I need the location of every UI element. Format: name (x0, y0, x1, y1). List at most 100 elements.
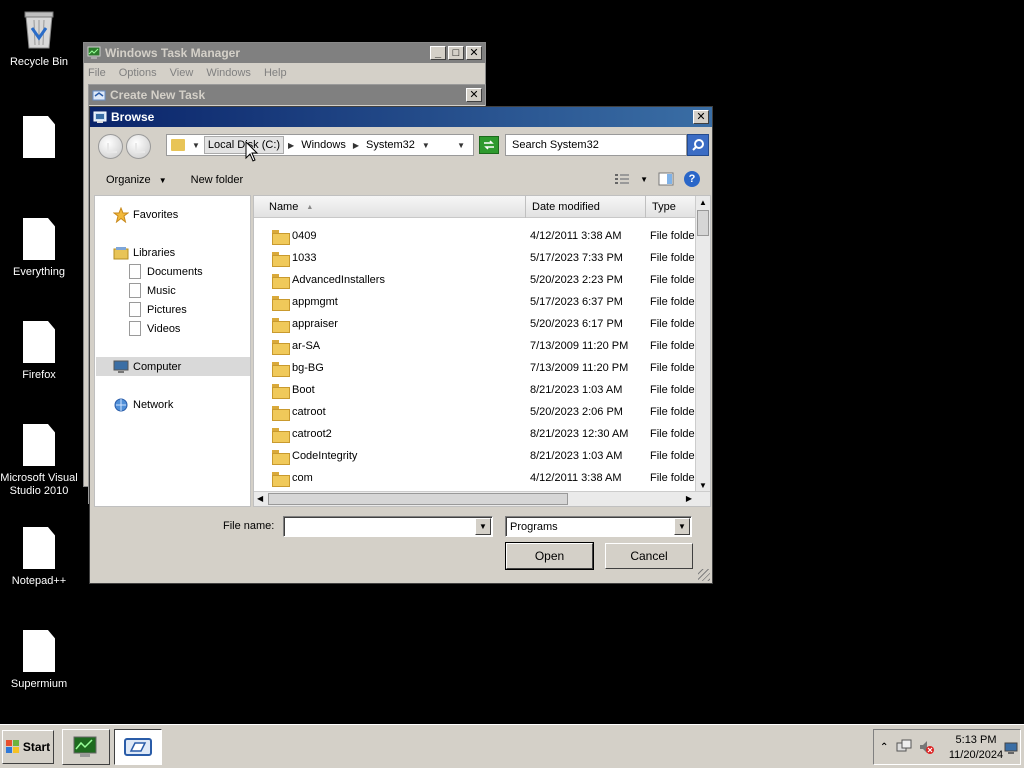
nav-item-computer[interactable]: Computer (113, 359, 181, 375)
horizontal-scrollbar[interactable]: ◀ ▶ (254, 491, 710, 506)
nav-item-music[interactable]: Music (129, 283, 176, 298)
desktop-icon-notepadpp[interactable]: Notepad++ (0, 527, 78, 588)
table-row[interactable]: com 4/12/2011 3:38 AM File folder (254, 467, 696, 489)
table-row[interactable]: 0409 4/12/2011 3:38 AM File folder (254, 225, 696, 247)
file-date: 5/20/2023 2:06 PM (530, 406, 623, 418)
address-history-dropdown-icon[interactable]: ▼ (453, 141, 473, 150)
forward-button[interactable] (126, 134, 151, 159)
table-row[interactable]: AdvancedInstallers 5/20/2023 2:23 PM File … (254, 269, 696, 291)
table-row[interactable]: Boot 8/21/2023 1:03 AM File folder (254, 379, 696, 401)
scroll-left-arrow-icon[interactable]: ◀ (257, 494, 263, 503)
breadcrumb-windows[interactable]: Windows (298, 139, 349, 151)
address-bar[interactable]: ▼ Local Disk (C:) ▶ Windows ▶ System32 ▼… (166, 134, 474, 156)
menu-windows[interactable]: Windows (206, 67, 251, 79)
file-name: ar-SA (292, 340, 321, 352)
search-button[interactable] (687, 134, 709, 156)
close-button[interactable]: ✕ (693, 110, 709, 124)
chevron-down-icon[interactable]: ▼ (418, 141, 434, 150)
run-icon (92, 90, 106, 101)
desktop-icon-supermium[interactable]: Supermium (0, 630, 78, 691)
table-row[interactable]: bg-BG 7/13/2009 11:20 PM File folder (254, 357, 696, 379)
table-row[interactable]: ar-SA 7/13/2009 11:20 PM File folder (254, 335, 696, 357)
table-row[interactable]: catroot 5/20/2023 2:06 PM File folder (254, 401, 696, 423)
file-name: AdvancedInstallers (292, 274, 385, 286)
organize-label: Organize (106, 174, 151, 186)
chevron-down-icon[interactable]: ▼ (475, 518, 491, 535)
file-date: 8/21/2023 1:03 AM (530, 384, 623, 396)
chevron-right-icon[interactable]: ▶ (284, 141, 298, 150)
clock[interactable]: 5:13 PM 11/20/2024 (946, 733, 1006, 763)
file-type-select[interactable]: Programs ▼ (505, 516, 692, 537)
menu-file[interactable]: File (88, 67, 106, 79)
taskbar-run-dialog[interactable] (114, 729, 162, 765)
table-row[interactable]: 1033 5/17/2023 7:33 PM File folder (254, 247, 696, 269)
view-dropdown-icon[interactable]: ▼ (640, 175, 648, 184)
table-row[interactable]: appraiser 5/20/2023 6:17 PM File folder (254, 313, 696, 335)
breadcrumb-local-disk[interactable]: Local Disk (C:) (203, 136, 285, 154)
close-button[interactable]: ✕ (466, 46, 482, 60)
menu-view[interactable]: View (170, 67, 194, 79)
file-name-field[interactable]: ▼ (283, 516, 493, 537)
file-list[interactable]: Name ▲ Date modified Type 0409 4/12/2011 … (253, 195, 711, 507)
vertical-scroll-thumb[interactable] (697, 210, 709, 236)
nav-item-libraries[interactable]: Libraries (113, 245, 175, 261)
cancel-button[interactable]: Cancel (605, 543, 693, 569)
scroll-up-arrow-icon[interactable]: ▲ (699, 198, 707, 207)
file-date: 4/12/2011 3:38 AM (530, 230, 622, 242)
scroll-down-arrow-icon[interactable]: ▼ (699, 481, 707, 490)
column-header-date[interactable]: Date modified (526, 196, 646, 218)
nav-item-documents[interactable]: Documents (129, 264, 203, 279)
table-row[interactable]: appmgmt 5/17/2023 6:37 PM File folder (254, 291, 696, 313)
task-manager-titlebar[interactable]: Windows Task Manager _ □ ✕ (84, 43, 485, 63)
menu-help[interactable]: Help (264, 67, 287, 79)
menu-options[interactable]: Options (119, 67, 157, 79)
resize-grip-icon[interactable] (698, 569, 710, 581)
table-row[interactable]: CodeIntegrity 8/21/2023 1:03 AM File folde… (254, 445, 696, 467)
maximize-button[interactable]: □ (448, 46, 464, 60)
desktop-icon-recycle-bin[interactable]: Recycle Bin (0, 8, 78, 69)
show-desktop-icon[interactable] (1004, 742, 1018, 754)
minimize-button[interactable]: _ (430, 46, 446, 60)
network-tray-icon[interactable] (896, 739, 912, 755)
horizontal-scroll-thumb[interactable] (268, 493, 568, 505)
file-date: 7/13/2009 11:20 PM (530, 340, 629, 352)
view-options-icon[interactable] (614, 172, 630, 186)
desktop-icon-firefox[interactable]: Firefox (0, 321, 78, 382)
search-input[interactable]: Search System32 (505, 134, 687, 156)
desktop-icon-visual-studio[interactable]: Microsoft Visual Studio 2010 (0, 424, 78, 498)
organize-button[interactable]: Organize ▼ (106, 174, 167, 186)
column-header-name[interactable]: Name ▲ (254, 196, 526, 218)
nav-item-favorites[interactable]: Favorites (113, 207, 178, 223)
folder-icon (272, 449, 290, 465)
scroll-right-arrow-icon[interactable]: ▶ (686, 494, 692, 503)
file-name: appraiser (292, 318, 338, 330)
nav-item-pictures[interactable]: Pictures (129, 302, 187, 317)
create-task-titlebar[interactable]: Create New Task ✕ (89, 85, 485, 105)
browse-titlebar[interactable]: Browse ✕ (90, 107, 712, 127)
back-button[interactable] (98, 134, 123, 159)
close-button[interactable]: ✕ (466, 88, 482, 102)
vertical-scrollbar[interactable]: ▲ ▼ (695, 196, 710, 492)
table-row[interactable]: catroot2 8/21/2023 12:30 AM File folder (254, 423, 696, 445)
preview-pane-icon[interactable] (658, 172, 674, 186)
start-button[interactable]: Start (2, 730, 54, 764)
refresh-button[interactable] (479, 136, 499, 154)
new-folder-button[interactable]: New folder (191, 174, 244, 186)
chevron-down-icon[interactable]: ▼ (188, 141, 204, 150)
chevron-down-icon[interactable]: ▼ (674, 518, 690, 535)
volume-muted-icon[interactable] (918, 739, 935, 755)
open-button[interactable]: Open (505, 542, 594, 570)
chevron-right-icon[interactable]: ▶ (349, 141, 363, 150)
taskbar-task-manager[interactable] (62, 729, 110, 765)
desktop-icon-everything[interactable]: Everything (0, 218, 78, 279)
task-manager-icon (87, 46, 101, 59)
nav-item-network[interactable]: Network (113, 397, 173, 413)
folder-icon (272, 427, 290, 443)
browse-dialog[interactable]: Browse ✕ ▼ Local Disk (C:) ▶ Windows ▶ S… (89, 106, 713, 584)
folder-icon (272, 471, 290, 487)
desktop-icon-unnamed[interactable] (0, 116, 78, 164)
breadcrumb-system32[interactable]: System32 (363, 139, 418, 151)
nav-item-videos[interactable]: Videos (129, 321, 180, 336)
help-icon[interactable]: ? (684, 171, 700, 187)
show-hidden-icons-chevron-icon[interactable]: ⌃ (880, 742, 888, 753)
